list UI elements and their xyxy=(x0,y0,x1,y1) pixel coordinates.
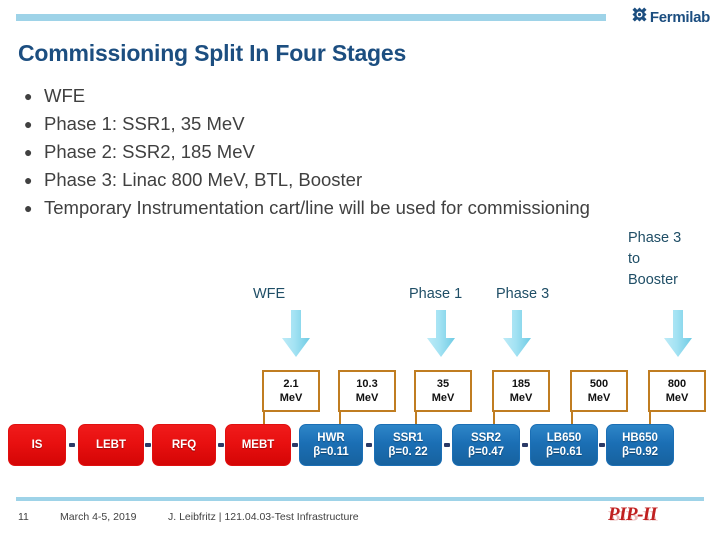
energy-value: 185 xyxy=(511,378,531,390)
pip2-logo-reflection: PIP-II xyxy=(608,507,657,523)
linac-commissioning-diagram: WFE Phase 1 Phase 3 2.1 MeV 10.3 MeV 35 … xyxy=(0,282,720,487)
chain-box-beta: β=0.92 xyxy=(621,446,659,458)
bullet-dot-icon: ● xyxy=(24,144,33,160)
chain-box-label: HB650 xyxy=(622,432,658,444)
energy-unit: MeV xyxy=(587,392,611,404)
energy-box-35-mev: 35 MeV xyxy=(414,370,472,412)
stage-label-wfe: WFE xyxy=(253,286,286,302)
list-item: ● Temporary Instrumentation cart/line wi… xyxy=(14,195,614,221)
energy-box-185-mev: 185 MeV xyxy=(492,370,550,412)
chain-box-label: MEBT xyxy=(241,439,275,451)
caption-line-1: Phase 3 xyxy=(628,230,682,246)
chain-box-is[interactable]: IS xyxy=(8,424,66,466)
fermilab-diamond-icon xyxy=(632,7,647,27)
energy-value: 35 xyxy=(436,378,450,390)
fermilab-wordmark: Fermilab xyxy=(649,8,710,26)
chain-box-label: SSR1 xyxy=(392,432,424,444)
chain-connector-nub xyxy=(69,443,75,447)
caption-line-2: to xyxy=(628,251,641,267)
chain-box-label: SSR2 xyxy=(470,432,502,444)
energy-unit: MeV xyxy=(355,392,379,404)
chain-box-label: IS xyxy=(31,439,43,451)
chain-box-label: HWR xyxy=(317,432,345,444)
energy-value: 800 xyxy=(667,378,687,390)
footer-date: March 4-5, 2019 xyxy=(60,511,137,523)
chain-box-mebt[interactable]: MEBT xyxy=(225,424,291,466)
energy-unit: MeV xyxy=(279,392,303,404)
bullet-dot-icon: ● xyxy=(24,116,33,132)
energy-box-2.1-mev: 2.1 MeV xyxy=(262,370,320,412)
chain-box-rfq[interactable]: RFQ xyxy=(152,424,216,466)
energy-box-500-mev: 500 MeV xyxy=(570,370,628,412)
footer-page-number: 11 xyxy=(18,511,29,523)
page-title: Commissioning Split In Four Stages xyxy=(18,40,407,66)
stage-label-phase1: Phase 1 xyxy=(409,286,463,302)
energy-unit: MeV xyxy=(665,392,689,404)
bullet-dot-icon: ● xyxy=(24,200,33,216)
chain-box-beta: β=0.11 xyxy=(313,446,349,458)
chain-connector-nub xyxy=(145,443,151,447)
fermilab-logo: Fermilab xyxy=(632,7,710,27)
chain-connector-nub xyxy=(444,443,450,447)
header-rule xyxy=(16,14,606,21)
energy-value: 2.1 xyxy=(283,378,299,390)
list-item: ● Phase 2: SSR2, 185 MeV xyxy=(14,139,614,165)
chain-connector-nub xyxy=(599,443,605,447)
energy-box-10.3-mev: 10.3 MeV xyxy=(338,370,396,412)
chain-box-ssr1[interactable]: SSR1 β=0. 22 xyxy=(374,424,442,466)
chain-box-hwr[interactable]: HWR β=0.11 xyxy=(299,424,363,466)
chain-box-beta: β=0.61 xyxy=(545,446,583,458)
list-item-text: Temporary Instrumentation cart/line will… xyxy=(44,197,590,218)
list-item: ● Phase 1: SSR1, 35 MeV xyxy=(14,111,614,137)
pip2-logo: PIP-II PIP-II xyxy=(608,505,668,535)
chain-box-lb650[interactable]: LB650 β=0.61 xyxy=(530,424,598,466)
list-item-text: WFE xyxy=(44,85,86,106)
chain-box-beta: β=0.47 xyxy=(467,446,505,458)
bullet-dot-icon: ● xyxy=(24,88,33,104)
chain-box-ssr2[interactable]: SSR2 β=0.47 xyxy=(452,424,520,466)
list-item: ● Phase 3: Linac 800 MeV, BTL, Booster xyxy=(14,167,614,193)
chain-box-label: RFQ xyxy=(171,439,197,451)
energy-value: 500 xyxy=(589,378,609,390)
footer-rule xyxy=(16,497,704,501)
chain-box-hb650[interactable]: HB650 β=0.92 xyxy=(606,424,674,466)
list-item-text: Phase 1: SSR1, 35 MeV xyxy=(44,113,245,134)
footer-credit: J. Leibfritz | 121.04.03-Test Infrastruc… xyxy=(168,511,359,523)
chain-connector-nub xyxy=(217,443,224,447)
down-arrow-wfe xyxy=(281,310,311,358)
bullet-list: ● WFE ● Phase 1: SSR1, 35 MeV ● Phase 2:… xyxy=(14,83,614,223)
chain-connector-nub xyxy=(365,443,372,447)
energy-unit: MeV xyxy=(431,392,455,404)
energy-box-800-mev: 800 MeV xyxy=(648,370,706,412)
chain-box-label: LB650 xyxy=(546,432,582,444)
chain-connector-nub xyxy=(292,443,298,447)
down-arrow-booster xyxy=(663,310,693,358)
down-arrow-phase3 xyxy=(502,310,532,358)
chain-box-lebt[interactable]: LEBT xyxy=(78,424,144,466)
list-item-text: Phase 3: Linac 800 MeV, BTL, Booster xyxy=(44,169,363,190)
down-arrow-phase1 xyxy=(426,310,456,358)
bullet-dot-icon: ● xyxy=(24,172,33,188)
energy-value: 10.3 xyxy=(356,378,378,390)
list-item-text: Phase 2: SSR2, 185 MeV xyxy=(44,141,255,162)
chain-connector-nub xyxy=(522,443,528,447)
stage-label-phase3: Phase 3 xyxy=(496,286,550,302)
chain-box-label: LEBT xyxy=(95,439,127,451)
chain-box-beta: β=0. 22 xyxy=(388,446,428,458)
energy-unit: MeV xyxy=(509,392,533,404)
list-item: ● WFE xyxy=(14,83,614,109)
